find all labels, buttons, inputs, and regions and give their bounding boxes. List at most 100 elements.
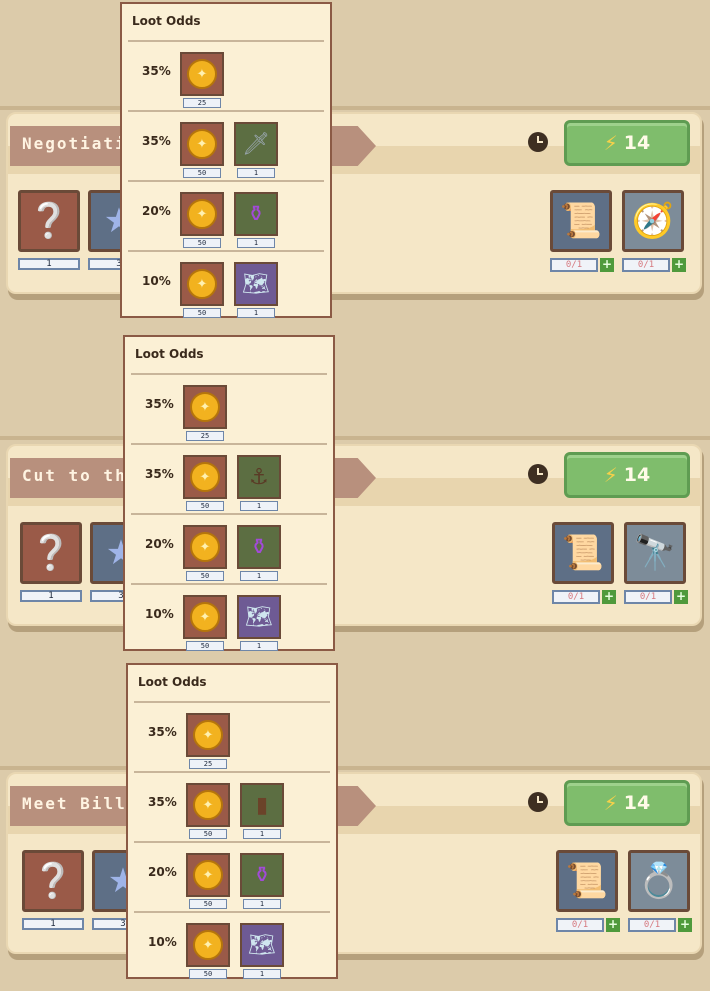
gold-coin-icon: ✦ xyxy=(187,129,217,159)
requirement-slot[interactable]: 📜 xyxy=(552,522,614,584)
gem-ring-icon: 💍 xyxy=(637,861,681,901)
coin-amount: 50 xyxy=(186,641,224,651)
coin-slot: ✦ xyxy=(180,192,224,236)
add-requirement-button[interactable]: + xyxy=(600,258,614,272)
energy-cost-button[interactable]: ⚡ 14 xyxy=(564,452,690,498)
gold-coin-icon: ✦ xyxy=(193,720,223,750)
requirement-slot[interactable]: 📜 xyxy=(556,850,618,912)
item-amount: 1 xyxy=(240,571,278,581)
divider xyxy=(128,180,324,182)
coin-amount: 50 xyxy=(183,168,221,178)
requirement-progress: 0/1 xyxy=(556,918,604,932)
energy-cost-button[interactable]: ⚡ 14 xyxy=(564,120,690,166)
coin-slot: ✦ xyxy=(183,455,227,499)
loot-row: 20% ✦ 50 ⚱ 1 xyxy=(122,186,330,256)
requirement-slot[interactable]: 🔭 xyxy=(624,522,686,584)
potion-icon: ⚱ xyxy=(249,534,269,560)
coin-amount: 50 xyxy=(189,969,227,979)
item-slot: 🗺 xyxy=(240,923,284,967)
energy-cost-button[interactable]: ⚡ 14 xyxy=(564,780,690,826)
popup-title: Loot Odds xyxy=(135,347,204,361)
coin-amount: 50 xyxy=(186,571,224,581)
mystery-bag-slot[interactable]: ❔ xyxy=(18,190,80,252)
coin-slot: ✦ xyxy=(180,262,224,306)
compass-icon: 🧭 xyxy=(631,201,675,241)
loot-chance: 35% xyxy=(142,64,171,78)
loot-row: 35% ✦ 50 ▮ 1 xyxy=(128,777,336,847)
dagger-icon: 🗡 xyxy=(242,131,270,157)
divider xyxy=(128,110,324,112)
loot-chance: 10% xyxy=(148,935,177,949)
add-requirement-button[interactable]: + xyxy=(674,590,688,604)
loot-chance: 20% xyxy=(142,204,171,218)
loot-chance: 10% xyxy=(145,607,174,621)
popup-title: Loot Odds xyxy=(132,14,201,28)
mystery-bag-slot[interactable]: ❔ xyxy=(22,850,84,912)
divider xyxy=(131,513,327,515)
gold-coin-icon: ✦ xyxy=(190,602,220,632)
add-requirement-button[interactable]: + xyxy=(602,590,616,604)
lightning-icon: ⚡ xyxy=(603,463,618,487)
mystery-bag-icon: ❔ xyxy=(27,201,71,241)
divider xyxy=(128,40,324,42)
wooden-leg-icon: ▮ xyxy=(255,792,269,818)
mystery-bag-slot[interactable]: ❔ xyxy=(20,522,82,584)
map-scroll-icon: 📜 xyxy=(559,201,603,241)
loot-odds-popup: Loot Odds 35% ✦ 25 35% ✦ 50 ▮ 1 20% ✦ 50… xyxy=(126,663,338,979)
loot-odds-popup: Loot Odds 35% ✦ 25 35% ✦ 50 🗡 1 20% ✦ 50… xyxy=(120,2,332,318)
divider xyxy=(131,373,327,375)
coin-slot: ✦ xyxy=(186,923,230,967)
coin-slot: ✦ xyxy=(183,525,227,569)
quest-card[interactable]: Cut to the ⚡ 14 ❔ 1 ★ 3 📜 0/1 + 🔭 0/1 + xyxy=(6,444,704,632)
add-requirement-button[interactable]: + xyxy=(672,258,686,272)
loot-chance: 35% xyxy=(145,467,174,481)
item-amount: 1 xyxy=(243,969,281,979)
add-requirement-button[interactable]: + xyxy=(606,918,620,932)
coin-slot: ✦ xyxy=(183,385,227,429)
item-slot: ⚱ xyxy=(240,853,284,897)
loot-row: 35% ✦ 25 xyxy=(125,379,333,449)
gold-coin-icon: ✦ xyxy=(187,199,217,229)
quest-title: Cut to the xyxy=(22,466,139,485)
slot-count: 1 xyxy=(22,918,84,930)
item-amount: 1 xyxy=(243,899,281,909)
quest-card[interactable]: Meet Billy ⚡ 14 ❔ 1 ★ 3 📜 0/1 + 💍 0/1 + xyxy=(6,772,704,960)
loot-chance: 20% xyxy=(145,537,174,551)
requirement-progress: 0/1 xyxy=(552,590,600,604)
loot-chance: 20% xyxy=(148,865,177,879)
gold-coin-icon: ✦ xyxy=(190,392,220,422)
coin-amount: 50 xyxy=(189,899,227,909)
add-requirement-button[interactable]: + xyxy=(678,918,692,932)
requirement-progress: 0/1 xyxy=(550,258,598,272)
gold-coin-icon: ✦ xyxy=(193,860,223,890)
quest-title: Negotiati xyxy=(22,134,127,153)
coin-slot: ✦ xyxy=(186,713,230,757)
coin-amount: 25 xyxy=(189,759,227,769)
gold-coin-icon: ✦ xyxy=(193,930,223,960)
clock-icon xyxy=(528,792,548,812)
loot-chance: 35% xyxy=(142,134,171,148)
loot-row: 35% ✦ 50 🗡 1 xyxy=(122,116,330,186)
requirement-slot[interactable]: 📜 xyxy=(550,190,612,252)
coin-amount: 50 xyxy=(189,829,227,839)
mystery-bag-icon: ❔ xyxy=(31,861,75,901)
gold-coin-icon: ✦ xyxy=(187,59,217,89)
item-amount: 1 xyxy=(243,829,281,839)
popup-title: Loot Odds xyxy=(138,675,207,689)
divider xyxy=(134,771,330,773)
quest-card[interactable]: Negotiati ⚡ 14 ❔ 1 ★ 3 📜 0/1 + 🧭 0/1 + xyxy=(6,112,704,300)
lightning-icon: ⚡ xyxy=(603,131,618,155)
treasure-map-icon: 🗺 xyxy=(248,932,276,958)
coin-slot: ✦ xyxy=(180,122,224,166)
coin-slot: ✦ xyxy=(186,853,230,897)
treasure-map-icon: 🗺 xyxy=(242,271,270,297)
requirement-progress: 0/1 xyxy=(628,918,676,932)
requirement-slot[interactable]: 🧭 xyxy=(622,190,684,252)
item-slot: ⚱ xyxy=(234,192,278,236)
loot-row: 10% ✦ 50 🗺 1 xyxy=(128,917,336,987)
requirement-slot[interactable]: 💍 xyxy=(628,850,690,912)
lightning-icon: ⚡ xyxy=(603,791,618,815)
background-band xyxy=(0,106,710,110)
divider xyxy=(131,583,327,585)
item-slot: 🗡 xyxy=(234,122,278,166)
